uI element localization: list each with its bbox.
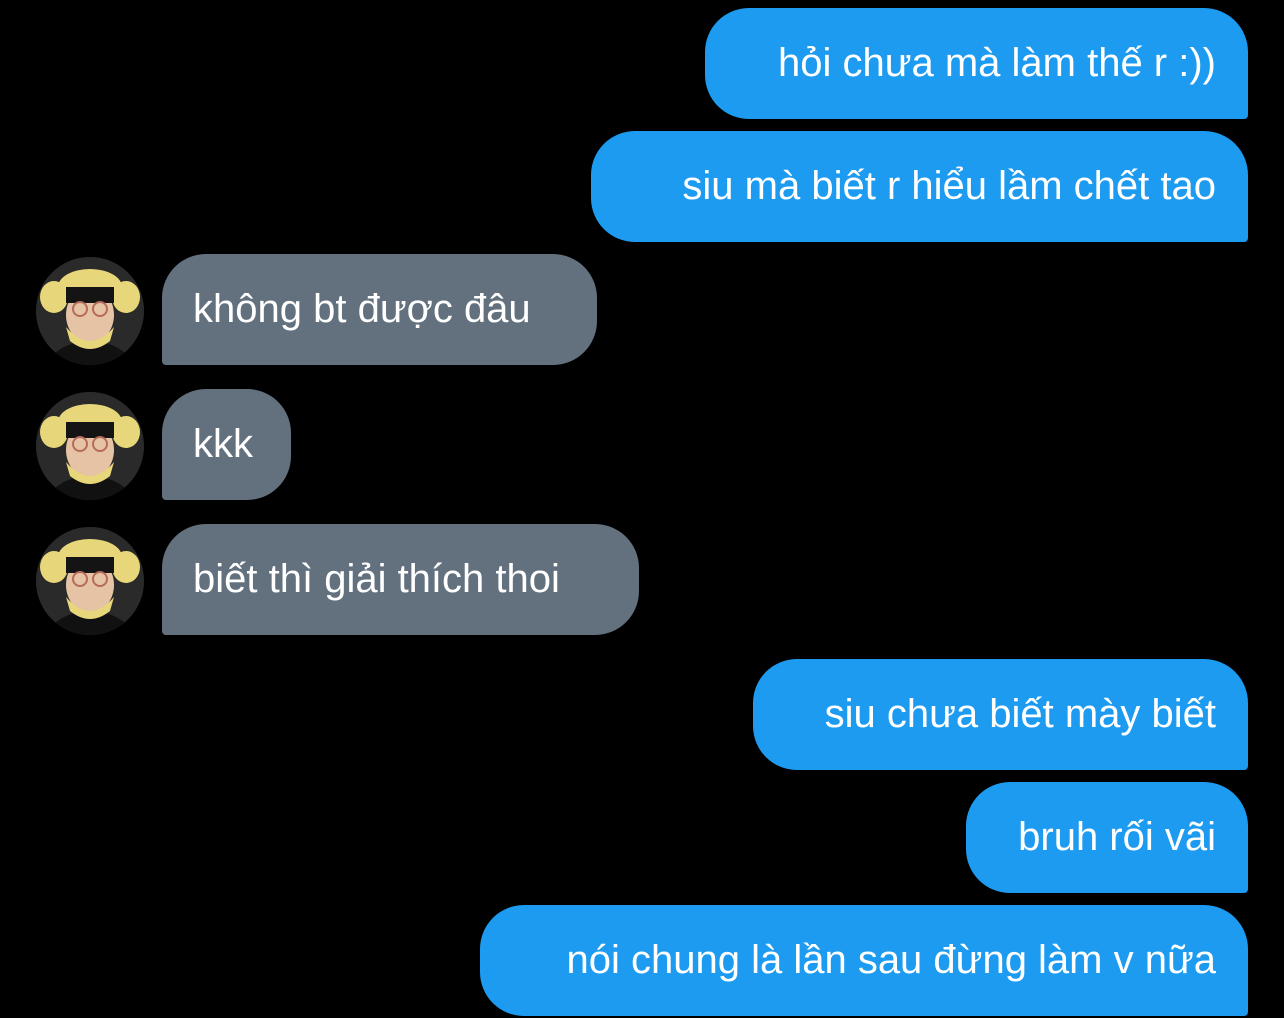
received-message[interactable]: không bt được đâu	[162, 254, 597, 365]
message-text: siu mà biết r hiểu lầm chết tao	[682, 164, 1216, 208]
sent-message[interactable]: bruh rối vãi	[966, 782, 1248, 893]
avatar-image	[36, 392, 144, 500]
message-text: kkk	[193, 422, 253, 466]
user-avatar-icon[interactable]	[36, 392, 144, 500]
user-avatar-icon[interactable]	[36, 527, 144, 635]
user-avatar-icon[interactable]	[36, 257, 144, 365]
message-text: biết thì giải thích thoi	[193, 557, 560, 601]
message-text: siu chưa biết mày biết	[824, 692, 1216, 736]
message-text: nói chung là lần sau đừng làm v nữa	[566, 938, 1216, 982]
message-text: bruh rối vãi	[1018, 815, 1216, 859]
sent-message[interactable]: siu chưa biết mày biết	[753, 659, 1248, 770]
message-text: không bt được đâu	[193, 287, 531, 331]
received-message[interactable]: biết thì giải thích thoi	[162, 524, 639, 635]
received-message[interactable]: kkk	[162, 389, 291, 500]
sent-message[interactable]: nói chung là lần sau đừng làm v nữa	[480, 905, 1248, 1016]
avatar-image	[36, 527, 144, 635]
avatar-image	[36, 257, 144, 365]
sent-message[interactable]: hỏi chưa mà làm thế r :))	[705, 8, 1248, 119]
message-text: hỏi chưa mà làm thế r :))	[777, 41, 1216, 85]
sent-message[interactable]: siu mà biết r hiểu lầm chết tao	[591, 131, 1248, 242]
